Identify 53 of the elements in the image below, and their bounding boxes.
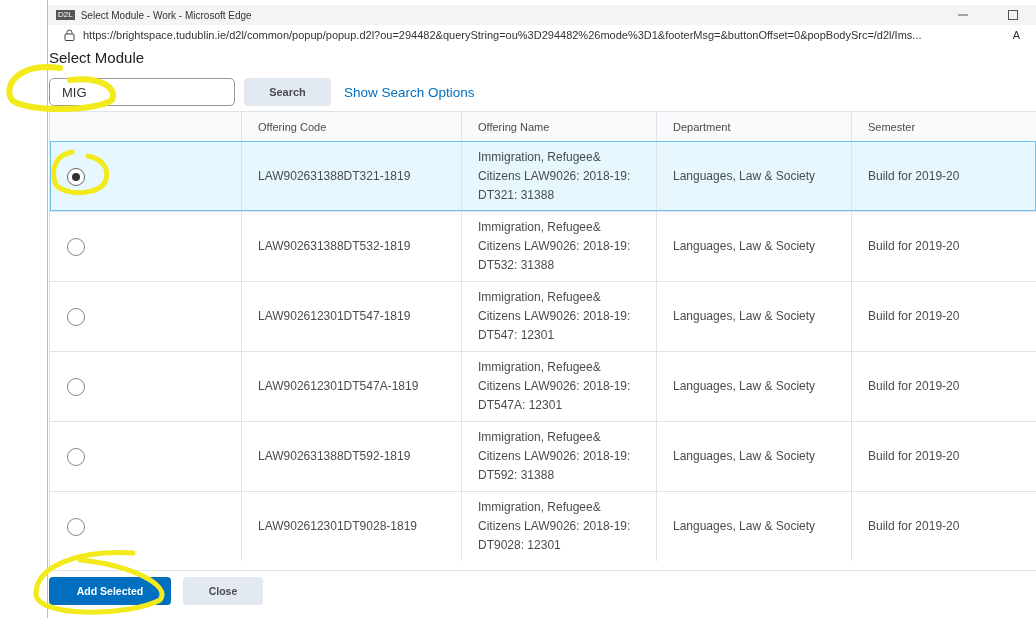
table-cell-text: Immigration, Refugee& Citizens LAW9026: 2018-19: DT592: 31388 bbox=[478, 429, 632, 484]
table-cell-text: Build for 2019-20 bbox=[868, 448, 960, 465]
table-cell-text: Immigration, Refugee& Citizens LAW9026: 2018-19: DT547: 12301 bbox=[478, 289, 632, 344]
radio-button[interactable] bbox=[67, 517, 85, 536]
table-cell-text: Languages, Law & Society bbox=[673, 308, 816, 325]
maximize-icon[interactable] bbox=[1008, 10, 1018, 20]
page-title: Select Module bbox=[49, 48, 146, 68]
table-row[interactable]: LAW902631388DT321-1819 Immigration, Refugee& Citizens LAW9026: 2018-19: DT321: 31388 Languages, Law & Society Build for 2019-20 bbox=[50, 141, 1036, 211]
window-title: Select Module - Work - Microsoft Edge bbox=[80, 9, 252, 21]
table-row[interactable]: LAW902631388DT532-1819 Immigration, Refugee& Citizens LAW9026: 2018-19: DT532: 31388 Languages, Law & Society Build for 2019-20 bbox=[50, 211, 1036, 281]
table-cell-text: Immigration, Refugee& Citizens LAW9026: 2018-19: DT547A: 12301 bbox=[478, 359, 632, 414]
table-cell-text: Build for 2019-20 bbox=[868, 518, 960, 535]
table-cell-text: Immigration, Refugee& Citizens LAW9026: 2018-19: DT9028: 12301 bbox=[478, 499, 632, 554]
app-icon: D2L bbox=[56, 10, 75, 20]
reader-label: A bbox=[1012, 29, 1020, 41]
column-header: Semester bbox=[868, 120, 916, 133]
lock-icon bbox=[64, 29, 75, 41]
table-cell-text: Languages, Law & Society bbox=[673, 238, 816, 255]
table-cell-text: Languages, Law & Society bbox=[673, 168, 816, 185]
radio-button[interactable] bbox=[67, 237, 85, 256]
table-cell-text: LAW902612301DT547A-1819 bbox=[258, 378, 419, 395]
radio-button[interactable] bbox=[67, 167, 85, 186]
table-cell-text: LAW902631388DT592-1819 bbox=[258, 448, 411, 465]
search-field[interactable]: MIG bbox=[49, 78, 235, 106]
table-row[interactable]: LAW902612301DT547-1819 Immigration, Refugee& Citizens LAW9026: 2018-19: DT547: 12301 Languages, Law & Society Build for 2019-20 bbox=[50, 281, 1036, 351]
table-cell-text: Immigration, Refugee& Citizens LAW9026: 2018-19: DT321: 31388 bbox=[478, 149, 632, 204]
table-cell-text: LAW902612301DT547-1819 bbox=[258, 308, 411, 325]
column-header: Offering Name bbox=[478, 120, 550, 133]
radio-button[interactable] bbox=[67, 377, 85, 396]
table-cell-text: Languages, Law & Society bbox=[673, 448, 816, 465]
table-cell-text: Languages, Law & Society bbox=[673, 518, 816, 535]
radio-button[interactable] bbox=[67, 307, 85, 326]
table-cell-text: Build for 2019-20 bbox=[868, 378, 960, 395]
table-cell-text: Languages, Law & Society bbox=[673, 378, 816, 395]
address-bar[interactable]: https://brightspace.tudublin.ie/d2l/common/popup/popup.d2l?ou=294482&queryString=ou%3D294482%26mode%3D1&footerMsg=&buttonOffset=0&popBodySrc=/d2l/Ims... bbox=[83, 29, 1005, 41]
column-header: Offering Code bbox=[258, 120, 327, 133]
table-cell-text: LAW902631388DT321-1819 bbox=[258, 168, 411, 185]
search-button[interactable]: Search bbox=[244, 78, 331, 106]
table-cell-text: Immigration, Refugee& Citizens LAW9026: 2018-19: DT532: 31388 bbox=[478, 219, 632, 274]
search-options-link[interactable]: Show Search Options bbox=[344, 84, 475, 100]
table-cell-text: Build for 2019-20 bbox=[868, 308, 960, 325]
table-row[interactable]: LAW902612301DT9028-1819 Immigration, Refugee& Citizens LAW9026: 2018-19: DT9028: 12301 Languages, Law & Society Build for 2019-20 bbox=[50, 491, 1036, 561]
table-cell-text: Build for 2019-20 bbox=[868, 238, 960, 255]
highlighter-mark bbox=[51, 149, 110, 196]
table-cell-text: LAW902612301DT9028-1819 bbox=[258, 518, 417, 535]
add-selected-button[interactable]: Add Selected bbox=[49, 577, 171, 605]
table-cell-text: Build for 2019-20 bbox=[868, 168, 960, 185]
radio-button[interactable] bbox=[67, 447, 85, 466]
column-header: Department bbox=[673, 120, 731, 133]
table-cell-text: LAW902631388DT532-1819 bbox=[258, 238, 411, 255]
table-row[interactable]: LAW902612301DT547A-1819 Immigration, Refugee& Citizens LAW9026: 2018-19: DT547A: 12301 Languages, Law & Society Build for 2019-20 bbox=[50, 351, 1036, 421]
close-button[interactable]: Close bbox=[183, 577, 263, 605]
table-row[interactable]: LAW902631388DT592-1819 Immigration, Refugee& Citizens LAW9026: 2018-19: DT592: 31388 Languages, Law & Society Build for 2019-20 bbox=[50, 421, 1036, 491]
